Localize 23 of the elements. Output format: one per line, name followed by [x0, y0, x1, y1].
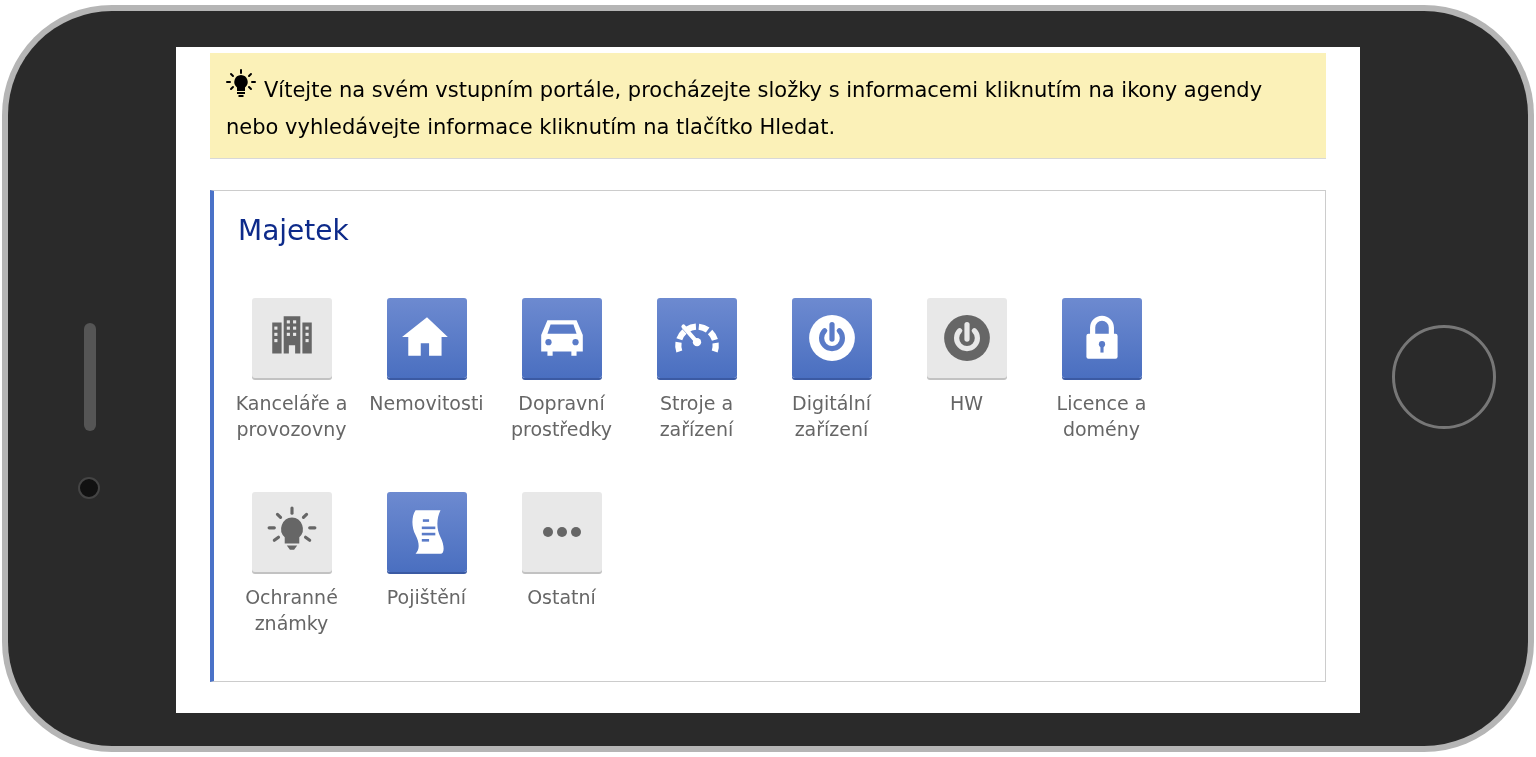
category-tile[interactable] [386, 298, 467, 378]
category-tile[interactable] [251, 298, 332, 378]
category-tile[interactable] [521, 492, 602, 572]
tile-label: Dopravní prostředky [509, 391, 614, 442]
tile-label: Digitální zařízení [791, 391, 873, 442]
tile-label: Pojištění [385, 585, 468, 610]
category-tile[interactable] [791, 298, 872, 378]
lightbulb-icon [226, 69, 256, 99]
category-tile[interactable] [656, 298, 737, 378]
tile-label: HW [948, 391, 985, 416]
tile-label: Licence a domény [1055, 391, 1148, 442]
tile-label: Ochranné známky [244, 585, 339, 636]
category-tile[interactable] [521, 298, 602, 378]
tile-label: Stroje a zařízení [658, 391, 735, 442]
welcome-text: Vítejte na svém vstupním portále, procházejte složky s informacemi kliknutím na ikony agendy nebo vyhledávejte informace kliknutím na tlačítko Hledat. [226, 69, 1310, 146]
tile-label: Nemovitosti [368, 391, 485, 416]
category-tile[interactable] [386, 492, 467, 572]
category-tile[interactable] [926, 298, 1007, 378]
tile-label: Ostatní [526, 585, 597, 610]
section-title: Majetek [238, 213, 350, 249]
category-tile[interactable] [251, 492, 332, 572]
category-tile[interactable] [1061, 298, 1142, 378]
tile-label: Kanceláře a provozovny [234, 391, 349, 442]
